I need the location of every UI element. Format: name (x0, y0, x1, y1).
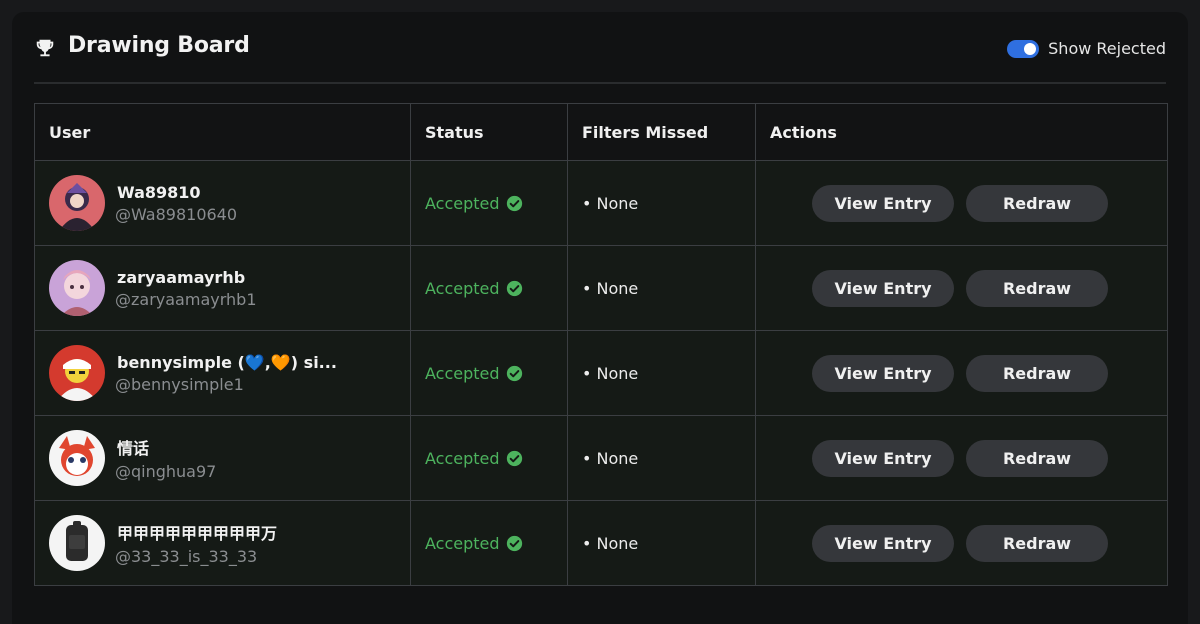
status-text: Accepted (425, 363, 500, 383)
user-display-name: 甲甲甲甲甲甲甲甲甲万 (117, 524, 278, 543)
column-header-actions: Actions (755, 103, 1168, 161)
redraw-button[interactable]: Redraw (966, 439, 1108, 477)
status-text: Accepted (425, 533, 500, 553)
filters-missed-text: • None (582, 278, 639, 298)
page-title: Drawing Board (68, 33, 250, 58)
user-handle: @qinghua97 (115, 462, 217, 481)
user-display-name: bennysimple (💙,🧡) si... (117, 352, 337, 372)
redraw-button[interactable]: Redraw (966, 354, 1108, 392)
check-circle-icon (506, 365, 522, 381)
view-entry-button[interactable]: View Entry (812, 524, 954, 562)
status-text: Accepted (425, 448, 500, 468)
filters-missed-text: • None (582, 193, 639, 213)
toggle-switch[interactable] (1007, 39, 1040, 58)
column-header-status: Status (410, 103, 568, 161)
user-handle: @Wa89810640 (115, 204, 238, 224)
status-cell: Accepted (410, 500, 568, 586)
redraw-button[interactable]: Redraw (966, 524, 1108, 562)
filters-missed-cell: • None (567, 245, 756, 331)
panel-header: Drawing Board Show Rejected (34, 12, 1166, 84)
status-text: Accepted (425, 278, 500, 298)
user-cell: zaryaamayrhb @zaryaamayrhb1 (34, 245, 411, 331)
table-row: Wa89810 @Wa89810640 Accepted • None View… (34, 160, 1168, 246)
filters-missed-text: • None (582, 448, 639, 468)
user-cell: 情话 @qinghua97 (34, 415, 411, 501)
view-entry-button[interactable]: View Entry (812, 354, 954, 392)
avatar[interactable] (49, 430, 105, 486)
check-circle-icon (506, 195, 522, 211)
trophy-icon (36, 39, 54, 57)
view-entry-button[interactable]: View Entry (812, 184, 954, 222)
actions-cell: View Entry Redraw (755, 160, 1168, 246)
user-handle: @zaryaamayrhb1 (115, 289, 257, 309)
redraw-button[interactable]: Redraw (966, 269, 1108, 307)
table-header-row: User Status Filters Missed Actions (34, 103, 1168, 161)
filters-missed-cell: • None (567, 330, 756, 416)
column-header-user: User (34, 103, 411, 161)
user-handle: @bennysimple1 (115, 374, 244, 394)
check-circle-icon (506, 280, 522, 296)
avatar[interactable] (49, 345, 105, 401)
actions-cell: View Entry Redraw (755, 330, 1168, 416)
avatar[interactable] (49, 260, 105, 316)
status-cell: Accepted (410, 245, 568, 331)
status-cell: Accepted (410, 330, 568, 416)
entries-table: User Status Filters Missed Actions Wa898… (34, 103, 1168, 586)
toggle-label: Show Rejected (1048, 39, 1166, 58)
filters-missed-text: • None (582, 533, 639, 553)
check-circle-icon (506, 535, 522, 551)
actions-cell: View Entry Redraw (755, 245, 1168, 331)
table-row: bennysimple (💙,🧡) si... @bennysimple1 Ac… (34, 330, 1168, 416)
avatar[interactable] (49, 175, 105, 231)
status-cell: Accepted (410, 160, 568, 246)
filters-missed-cell: • None (567, 160, 756, 246)
status-cell: Accepted (410, 415, 568, 501)
user-display-name: 情话 (117, 439, 150, 458)
user-display-name: Wa89810 (117, 182, 201, 202)
user-cell: bennysimple (💙,🧡) si... @bennysimple1 (34, 330, 411, 416)
actions-cell: View Entry Redraw (755, 500, 1168, 586)
view-entry-button[interactable]: View Entry (812, 269, 954, 307)
table-row: zaryaamayrhb @zaryaamayrhb1 Accepted • N… (34, 245, 1168, 331)
filters-missed-text: • None (582, 363, 639, 383)
column-header-filters-missed: Filters Missed (567, 103, 756, 161)
status-text: Accepted (425, 193, 500, 213)
table-row: 甲甲甲甲甲甲甲甲甲万 @33_33_is_33_33 Accepted • No… (34, 500, 1168, 586)
table-row: 情话 @qinghua97 Accepted • None View Entry… (34, 415, 1168, 501)
drawing-board-panel: Drawing Board Show Rejected User Status … (12, 12, 1188, 624)
check-circle-icon (506, 450, 522, 466)
filters-missed-cell: • None (567, 500, 756, 586)
view-entry-button[interactable]: View Entry (812, 439, 954, 477)
actions-cell: View Entry Redraw (755, 415, 1168, 501)
filters-missed-cell: • None (567, 415, 756, 501)
toggle-knob (1024, 42, 1037, 55)
user-handle: @33_33_is_33_33 (115, 547, 258, 566)
avatar[interactable] (49, 515, 105, 571)
redraw-button[interactable]: Redraw (966, 184, 1108, 222)
user-cell: 甲甲甲甲甲甲甲甲甲万 @33_33_is_33_33 (34, 500, 411, 586)
show-rejected-toggle[interactable]: Show Rejected (1007, 39, 1166, 58)
user-cell: Wa89810 @Wa89810640 (34, 160, 411, 246)
user-display-name: zaryaamayrhb (117, 267, 246, 287)
